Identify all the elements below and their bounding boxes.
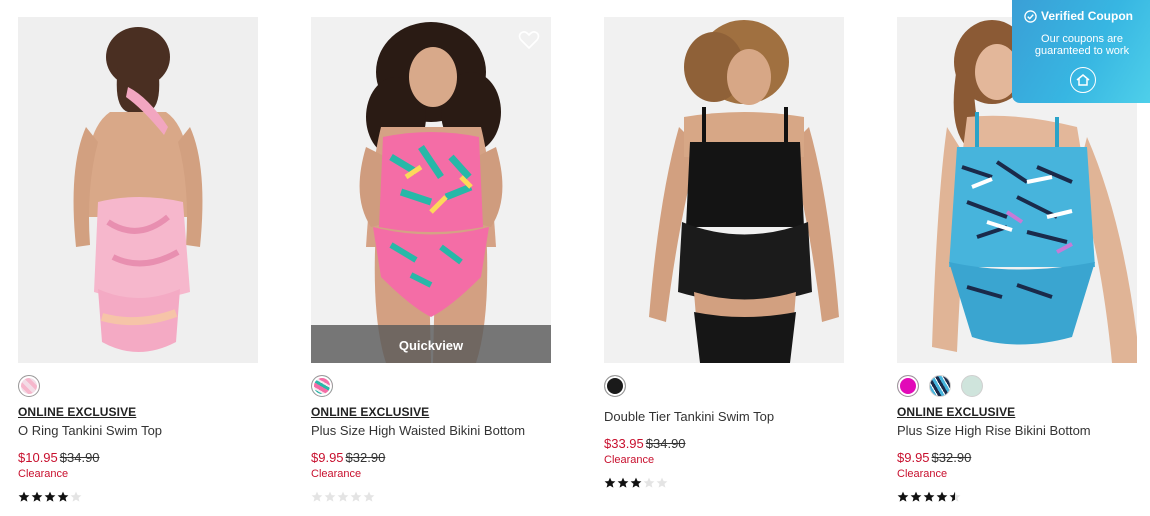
star-icon: [337, 491, 349, 502]
price: $9.95 $32.90: [311, 450, 551, 466]
original-price: $32.90: [931, 450, 972, 465]
star-icon: [923, 491, 935, 502]
swatch-tropical-print[interactable]: [311, 375, 333, 397]
check-circle-icon: [1024, 9, 1037, 23]
star-icon: [936, 491, 948, 502]
original-price: $34.90: [645, 436, 686, 451]
product-image[interactable]: Quickview: [311, 17, 551, 363]
star-icon: [324, 491, 336, 502]
star-icon: [910, 491, 922, 502]
price: $10.95 $34.90: [18, 450, 258, 466]
online-exclusive-label[interactable]: ONLINE EXCLUSIVE: [18, 405, 258, 419]
swatch-magenta[interactable]: [897, 375, 919, 397]
online-exclusive-label[interactable]: ONLINE EXCLUSIVE: [311, 405, 551, 419]
product-name[interactable]: O Ring Tankini Swim Top: [18, 423, 258, 439]
star-icon: [70, 491, 82, 502]
quickview-button[interactable]: Quickview: [311, 325, 551, 363]
star-icon: [604, 477, 616, 488]
rating-stars: [18, 491, 258, 503]
star-icon: [44, 491, 56, 502]
color-swatches: [18, 375, 258, 397]
star-icon: [311, 491, 323, 502]
product-photo: [604, 17, 844, 363]
star-icon: [630, 477, 642, 488]
color-swatches: [311, 375, 551, 397]
product-photo: [18, 17, 258, 363]
product-card: ONLINE EXCLUSIVE O Ring Tankini Swim Top…: [18, 17, 258, 503]
star-icon: [617, 477, 629, 488]
swatch-pink-swirl[interactable]: [18, 375, 40, 397]
star-icon: [350, 491, 362, 502]
color-swatches: [604, 375, 844, 397]
verified-coupon-widget[interactable]: Verified Coupon Our coupons are guarante…: [1012, 0, 1150, 103]
clearance-label: Clearance: [604, 454, 655, 466]
coupon-subtitle: Our coupons are guaranteed to work: [1034, 33, 1130, 57]
original-price: $34.90: [59, 450, 100, 465]
online-exclusive-label[interactable]: ONLINE EXCLUSIVE: [897, 405, 1137, 419]
price: $33.95 $34.90: [604, 436, 844, 452]
product-photo: [311, 17, 551, 363]
product-card: Double Tier Tankini Swim Top $33.95 $34.9…: [604, 17, 844, 489]
product-image[interactable]: [604, 17, 844, 363]
clearance-label: Clearance: [897, 468, 948, 480]
rating-stars: [311, 491, 551, 503]
heart-icon[interactable]: [517, 27, 541, 51]
original-price: $32.90: [345, 450, 386, 465]
swatch-black[interactable]: [604, 375, 626, 397]
rating-stars: [897, 491, 1137, 503]
sale-price: $33.95: [604, 436, 644, 451]
star-icon: [643, 477, 655, 488]
swatch-mint[interactable]: [961, 375, 983, 397]
product-name[interactable]: Plus Size High Rise Bikini Bottom: [897, 423, 1137, 439]
product-grid: ONLINE EXCLUSIVE O Ring Tankini Swim Top…: [0, 0, 1150, 516]
sale-price: $9.95: [897, 450, 930, 465]
rating-stars: [604, 477, 844, 489]
product-card: Quickview ONLINE EXCLUSIVE Plus Size Hig…: [311, 17, 551, 503]
coupon-title-row: Verified Coupon: [1024, 9, 1133, 23]
product-name[interactable]: Plus Size High Waisted Bikini Bottom: [311, 423, 551, 439]
star-icon: [57, 491, 69, 502]
star-icon: [656, 477, 668, 488]
color-swatches: [897, 375, 1137, 397]
star-icon: [897, 491, 909, 502]
sale-price: $9.95: [311, 450, 344, 465]
product-image[interactable]: [18, 17, 258, 363]
swatch-blue-print[interactable]: [929, 375, 951, 397]
price: $9.95 $32.90: [897, 450, 1137, 466]
clearance-label: Clearance: [311, 468, 362, 480]
star-icon: [363, 491, 375, 502]
clearance-label: Clearance: [18, 468, 69, 480]
coupon-logo-icon: [1070, 67, 1096, 93]
sale-price: $10.95: [18, 450, 58, 465]
star-icon: [18, 491, 30, 502]
star-icon: [31, 491, 43, 502]
product-name[interactable]: Double Tier Tankini Swim Top: [604, 409, 844, 425]
coupon-title: Verified Coupon: [1041, 9, 1134, 23]
star-icon: [949, 491, 961, 502]
